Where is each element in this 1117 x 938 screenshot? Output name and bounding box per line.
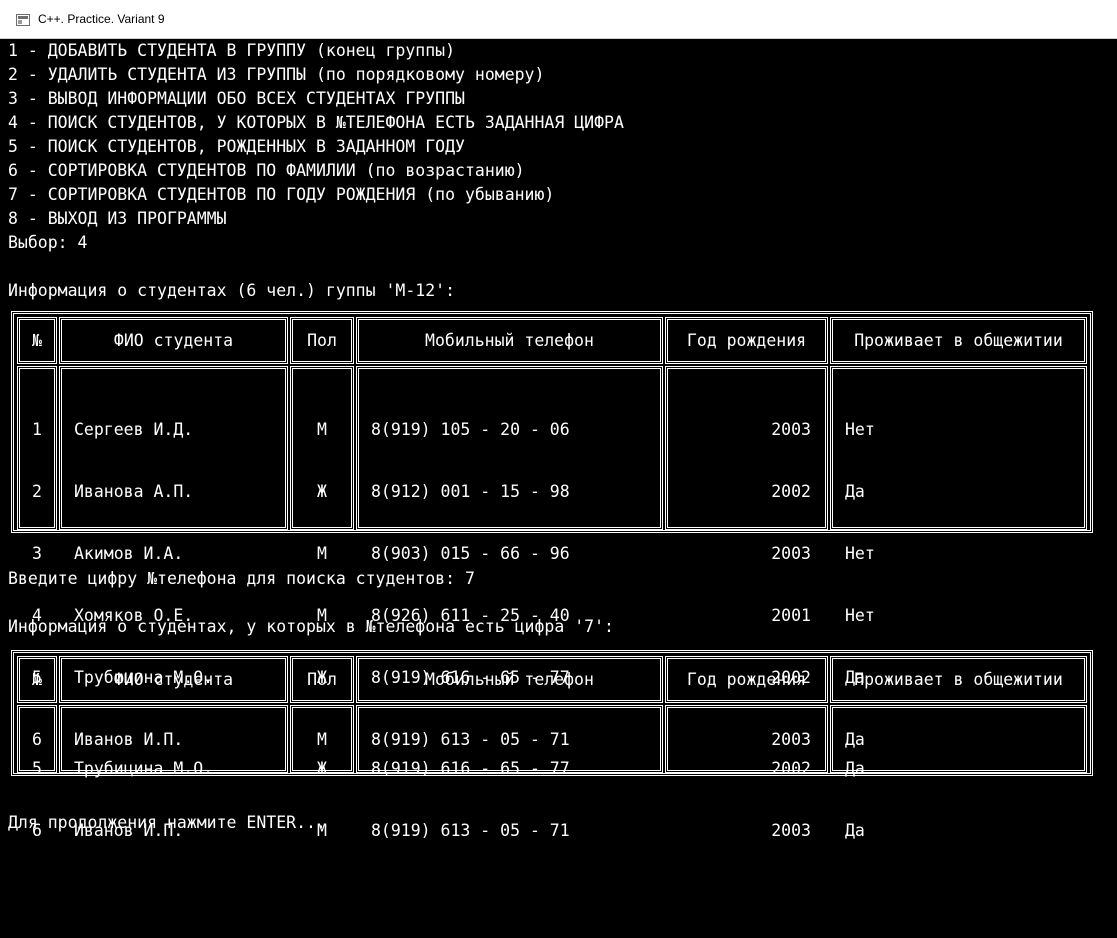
cell-number: 5 bbox=[32, 759, 42, 778]
console-output[interactable]: 1 - ДОБАВИТЬ СТУДЕНТА В ГРУППУ (конец гр… bbox=[0, 39, 1117, 851]
cell-phone: 8(919) 613 - 05 - 71 bbox=[371, 821, 570, 840]
column-birth-year: 2002 2003 bbox=[665, 705, 828, 840]
header-number: № bbox=[17, 317, 57, 364]
cell-gender: Ж bbox=[317, 482, 327, 501]
search-results-table: № ФИО студента Пол Мобильный телефон Год… bbox=[11, 650, 1093, 840]
cell-number: 1 bbox=[32, 420, 42, 439]
column-birth-year: 2003 2002 2003 2001 2002 2003 bbox=[665, 366, 828, 749]
header-birth-year: Год рождения bbox=[665, 317, 828, 364]
cell-name: Трубицина М.О. bbox=[74, 759, 214, 778]
header-name: ФИО студента bbox=[59, 317, 288, 364]
cell-gender: М bbox=[317, 544, 327, 563]
column-name: Трубицина М.О. Иванов И.П. bbox=[59, 705, 288, 840]
cell-phone: 8(912) 001 - 15 - 98 bbox=[371, 482, 570, 501]
menu-option-3: 3 - ВЫВОД ИНФОРМАЦИИ ОБО ВСЕХ СТУДЕНТАХ … bbox=[8, 89, 465, 108]
header-dormitory: Проживает в общежитии bbox=[830, 656, 1087, 703]
column-phone: 8(919) 105 - 20 - 06 8(912) 001 - 15 - 9… bbox=[356, 366, 663, 749]
cell-name: Иванова А.П. bbox=[74, 482, 194, 501]
cell-number: 3 bbox=[32, 544, 42, 563]
column-number: 1 2 3 4 5 6 bbox=[17, 366, 57, 749]
menu-option-1: 1 - ДОБАВИТЬ СТУДЕНТА В ГРУППУ (конец гр… bbox=[8, 41, 456, 60]
menu-option-6: 6 - СОРТИРОВКА СТУДЕНТОВ ПО ФАМИЛИИ (по … bbox=[8, 161, 525, 180]
cell-dormitory: Нет bbox=[845, 544, 875, 563]
menu-option-8: 8 - ВЫХОД ИЗ ПРОГРАММЫ bbox=[8, 209, 227, 228]
column-name: Сергеев И.Д. Иванова А.П. Акимов И.А. Хо… bbox=[59, 366, 288, 749]
menu-option-2: 2 - УДАЛИТЬ СТУДЕНТА ИЗ ГРУППЫ (по поряд… bbox=[8, 65, 545, 84]
cell-name: Акимов И.А. bbox=[74, 544, 184, 563]
column-number: 5 6 bbox=[17, 705, 57, 840]
header-birth-year: Год рождения bbox=[665, 656, 828, 703]
header-phone: Мобильный телефон bbox=[356, 656, 663, 703]
continue-prompt-line: Для продолжения нажмите ENTER... bbox=[8, 813, 326, 832]
cell-dormitory: Нет bbox=[845, 606, 875, 625]
column-gender: М Ж М М Ж М bbox=[290, 366, 354, 749]
menu-option-4: 4 - ПОИСК СТУДЕНТОВ, У КОТОРЫХ В №ТЕЛЕФО… bbox=[8, 113, 624, 132]
header-name: ФИО студента bbox=[59, 656, 288, 703]
column-phone: 8(919) 616 - 65 - 77 8(919) 613 - 05 - 7… bbox=[356, 705, 663, 840]
cell-name: Сергеев И.Д. bbox=[74, 420, 194, 439]
header-phone: Мобильный телефон bbox=[356, 317, 663, 364]
header-gender: Пол bbox=[290, 317, 354, 364]
header-number: № bbox=[17, 656, 57, 703]
window-title: C++. Practice. Variant 9 bbox=[38, 12, 165, 26]
cell-phone: 8(919) 105 - 20 - 06 bbox=[371, 420, 570, 439]
cell-birth-year: 2003 bbox=[771, 544, 811, 563]
cell-dormitory: Нет bbox=[845, 420, 875, 439]
cell-birth-year: 2003 bbox=[771, 420, 811, 439]
cell-phone: 8(903) 015 - 66 - 96 bbox=[371, 544, 570, 563]
cell-gender: Ж bbox=[317, 759, 327, 778]
cell-phone: 8(919) 616 - 65 - 77 bbox=[371, 759, 570, 778]
cell-dormitory: Да bbox=[845, 821, 865, 840]
column-dormitory: Да Да bbox=[830, 705, 1087, 840]
search-result-line: Информация о студентах, у которых в №тел… bbox=[8, 617, 614, 636]
cell-dormitory: Да bbox=[845, 482, 865, 501]
menu-option-7: 7 - СОРТИРОВКА СТУДЕНТОВ ПО ГОДУ РОЖДЕНИ… bbox=[8, 185, 555, 204]
cell-birth-year: 2001 bbox=[771, 606, 811, 625]
group-info-line: Информация о студентах (6 чел.) гуппы 'М… bbox=[8, 281, 456, 300]
cell-birth-year: 2002 bbox=[771, 759, 811, 778]
column-gender: Ж М bbox=[290, 705, 354, 840]
title-bar[interactable]: C++. Practice. Variant 9 bbox=[0, 0, 1117, 39]
students-table: № ФИО студента Пол Мобильный телефон Год… bbox=[11, 311, 1093, 749]
column-dormitory: Нет Да Нет Нет Да Да bbox=[830, 366, 1087, 749]
cell-number: 2 bbox=[32, 482, 42, 501]
cell-dormitory: Да bbox=[845, 759, 865, 778]
header-gender: Пол bbox=[290, 656, 354, 703]
search-prompt-line: Введите цифру №телефона для поиска студе… bbox=[8, 569, 475, 588]
menu-option-5: 5 - ПОИСК СТУДЕНТОВ, РОЖДЕННЫХ В ЗАДАННО… bbox=[8, 137, 465, 156]
cell-birth-year: 2003 bbox=[771, 821, 811, 840]
console-app-icon[interactable] bbox=[16, 14, 30, 26]
cell-gender: М bbox=[317, 420, 327, 439]
header-dormitory: Проживает в общежитии bbox=[830, 317, 1087, 364]
choice-line: Выбор: 4 bbox=[8, 233, 88, 252]
cell-birth-year: 2002 bbox=[771, 482, 811, 501]
